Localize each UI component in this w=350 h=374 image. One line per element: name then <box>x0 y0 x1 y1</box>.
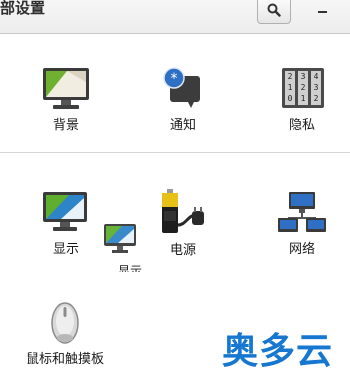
settings-item-notifications[interactable]: * 通知 <box>143 66 223 133</box>
power-icon <box>162 189 204 233</box>
settings-item-label: 电源 <box>169 243 196 258</box>
settings-item-label: 背景 <box>52 118 79 133</box>
svg-text:2: 2 <box>301 83 306 92</box>
section-divider <box>0 152 350 153</box>
drag-ghost-label: 显示 <box>118 264 142 272</box>
watermark-logo: 奥多云 <box>222 331 334 372</box>
settings-item-network[interactable]: 网络 <box>262 190 342 257</box>
privacy-icon: 234 123 012 <box>282 68 324 108</box>
settings-item-power[interactable]: 电源 <box>143 187 223 258</box>
settings-item-display[interactable]: 显示 <box>26 190 106 257</box>
display-icon <box>43 192 87 231</box>
svg-text:4: 4 <box>314 72 319 81</box>
search-icon <box>267 3 281 17</box>
settings-item-label: 隐私 <box>288 118 315 133</box>
svg-text:*: * <box>171 71 178 87</box>
minimize-button[interactable] <box>309 0 335 20</box>
settings-item-mouse[interactable]: 鼠标和触摸板 <box>20 300 110 367</box>
settings-item-label: 通知 <box>169 118 196 133</box>
settings-item-background[interactable]: 背景 <box>26 66 106 133</box>
display-icon <box>104 224 136 253</box>
svg-text:2: 2 <box>314 94 319 103</box>
mouse-icon <box>51 302 79 344</box>
background-icon <box>43 68 89 109</box>
network-icon <box>278 192 326 232</box>
header-bar: 部设置 <box>0 0 350 34</box>
search-button[interactable] <box>257 0 291 24</box>
notification-icon: * <box>163 67 200 108</box>
svg-text:3: 3 <box>301 72 306 81</box>
svg-text:3: 3 <box>314 83 319 92</box>
window-title: 部设置 <box>0 0 46 17</box>
svg-text:1: 1 <box>288 83 293 92</box>
settings-item-privacy[interactable]: 234 123 012 隐私 <box>262 66 342 133</box>
settings-item-label: 网络 <box>288 242 315 257</box>
settings-item-label: 鼠标和触摸板 <box>25 352 104 367</box>
minimize-icon <box>317 11 327 13</box>
svg-text:1: 1 <box>301 94 306 103</box>
settings-item-label: 显示 <box>52 242 79 257</box>
svg-text:0: 0 <box>288 94 293 103</box>
svg-text:2: 2 <box>288 72 293 81</box>
